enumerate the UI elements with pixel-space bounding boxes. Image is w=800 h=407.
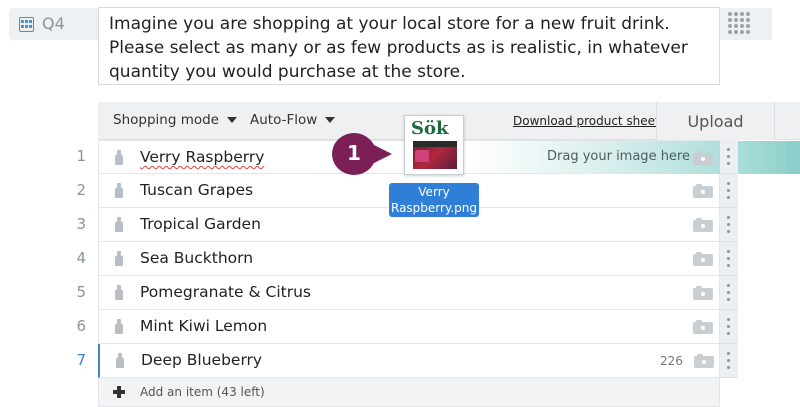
bottle-icon [115,319,123,334]
question-text: Imagine you are shopping at your local s… [109,14,688,82]
bottle-icon [115,217,123,232]
item-label[interactable]: Verry Raspberry [140,148,264,166]
dragged-file-name: Verry Raspberry.png [389,183,479,217]
row-number: 1 [76,147,86,165]
bottle-icon [115,251,123,266]
grid-menu-icon[interactable] [728,12,750,36]
item-label[interactable]: Deep Blueberry [141,351,262,369]
list-item: 1 Verry Raspberry Drag your image here [0,140,800,174]
camera-icon[interactable] [693,218,713,232]
drag-handle-icon[interactable] [720,174,738,208]
row-number: 3 [76,215,86,233]
drag-handle-icon[interactable] [720,276,738,310]
row-number: 6 [76,317,86,335]
item-label[interactable]: Tuscan Grapes [140,181,253,199]
image-upload-active[interactable] [787,141,800,174]
camera-icon[interactable] [694,354,714,368]
item-cell[interactable]: Mint Kiwi Lemon [98,310,720,344]
drop-hint: Drag your image here [547,149,690,164]
camera-icon[interactable] [693,286,713,300]
shopping-mode-dropdown[interactable]: Shopping mode [113,112,237,128]
question-header: ▪▪▪ ▪▪▪ Q4 [9,8,109,40]
row-number: 7 [76,351,86,369]
drag-handle-icon[interactable] [720,344,738,378]
toolbar-end-cell [774,102,800,140]
bottle-icon [115,285,123,300]
bottle-icon [115,150,123,165]
item-cell[interactable]: Pomegranate & Citrus [98,276,720,310]
item-label[interactable]: Pomegranate & Citrus [140,283,311,301]
plus-icon [113,386,125,398]
shopping-mode-label: Shopping mode [113,112,219,128]
add-item-button[interactable]: Add an item (43 left) [98,378,720,407]
character-count: 226 [660,354,683,368]
auto-flow-label: Auto-Flow [250,112,318,128]
camera-icon[interactable] [693,184,713,198]
auto-flow-dropdown[interactable]: Auto-Flow [250,112,336,128]
bottle-icon [115,183,123,198]
item-cell[interactable]: Sea Buckthorn [98,242,720,276]
drag-handle-icon[interactable] [720,310,738,344]
item-label[interactable]: Mint Kiwi Lemon [140,317,267,335]
drag-handle-icon[interactable] [720,208,738,242]
dragged-image-thumbnail[interactable]: Sök [404,115,464,175]
bottle-icon [116,353,124,368]
drag-handle-icon[interactable] [720,140,738,174]
camera-icon[interactable] [693,252,713,266]
question-id: Q4 [42,14,65,33]
download-product-sheet-link[interactable]: Download product sheet [513,114,660,128]
chevron-down-icon [325,117,336,123]
list-item: 7 Deep Blueberry 226 [0,344,800,378]
chevron-down-icon [226,117,237,123]
question-type-icon: ▪▪▪ ▪▪▪ [19,17,34,32]
item-cell[interactable]: Deep Blueberry 226 [98,344,720,378]
item-label[interactable]: Tropical Garden [140,215,261,233]
list-item: 5 Pomegranate & Citrus [0,276,800,310]
row-number: 5 [76,283,86,301]
list-item: 6 Mint Kiwi Lemon [0,310,800,344]
camera-icon[interactable] [693,151,713,165]
upload-button[interactable]: Upload [656,102,774,140]
row-number: 2 [76,181,86,199]
product-brand-logo: Sök [411,118,449,139]
row-number: 4 [76,249,86,267]
step-number: 1 [347,141,361,165]
step-marker: 1 [332,133,398,175]
question-text-box[interactable]: Imagine you are shopping at your local s… [98,7,720,85]
list-item: 4 Sea Buckthorn [0,242,800,276]
product-label-tag [415,150,429,162]
add-item-label: Add an item (43 left) [140,385,265,399]
camera-icon[interactable] [693,320,713,334]
item-label[interactable]: Sea Buckthorn [140,249,253,267]
drag-handle-icon[interactable] [720,242,738,276]
